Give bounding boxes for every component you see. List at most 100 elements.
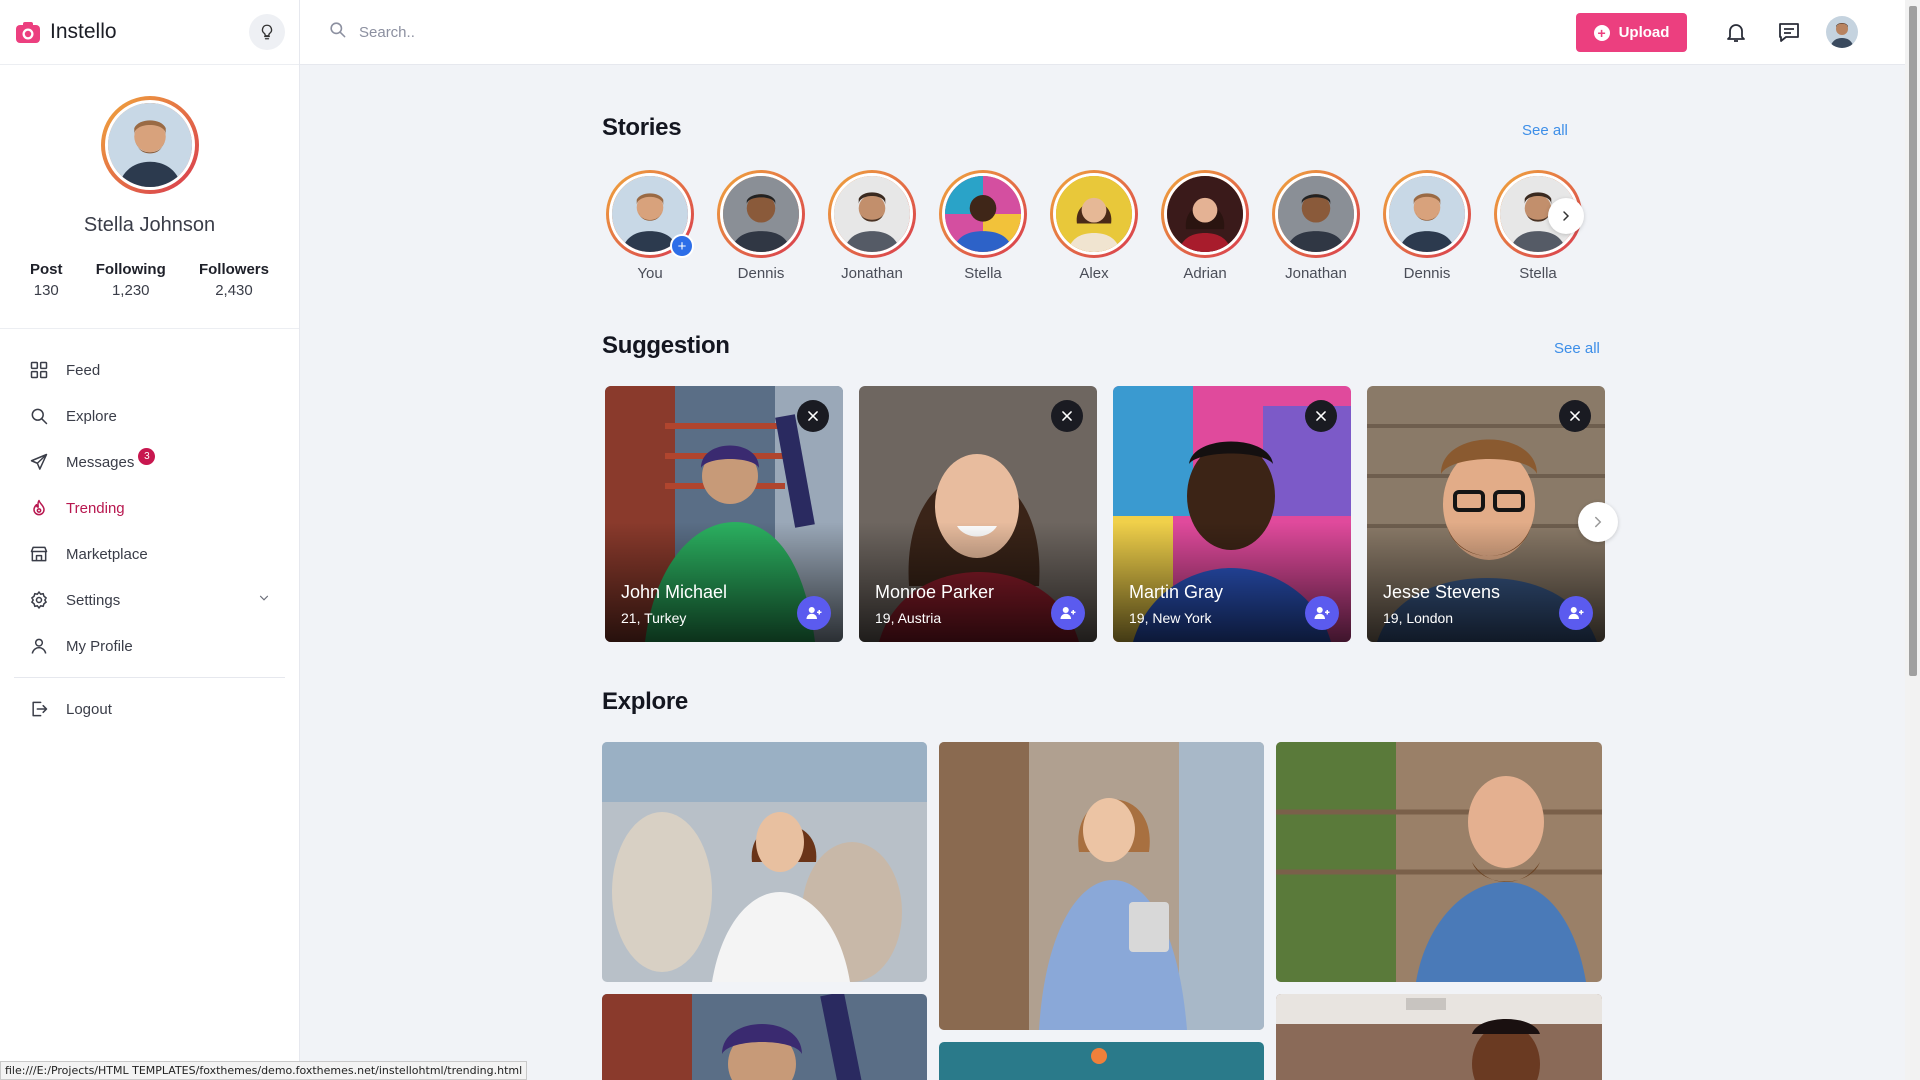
suggestion-next-button[interactable]	[1578, 502, 1618, 542]
suggestion-card[interactable]: Monroe Parker 19, Austria	[859, 386, 1097, 642]
scrollbar-thumb[interactable]	[1909, 6, 1917, 676]
story-item[interactable]: Dennis	[716, 170, 806, 282]
suggestion-see-all-link[interactable]: See all	[1554, 340, 1600, 357]
sidebar-item-marketplace[interactable]: Marketplace	[0, 531, 299, 577]
grid-icon	[28, 359, 50, 381]
sidebar-item-label: Marketplace	[66, 545, 148, 563]
sidebar-nav: Feed Explore Messages 3 Trending Marketp…	[0, 329, 299, 732]
story-item[interactable]: Jonathan	[827, 170, 917, 282]
sidebar-item-settings[interactable]: Settings	[0, 577, 299, 623]
sidebar-item-label: My Profile	[66, 637, 133, 655]
explore-image[interactable]	[602, 742, 927, 982]
stories-see-all-link[interactable]: See all	[1522, 122, 1568, 139]
stat-value: 2,430	[215, 282, 253, 299]
nav-divider	[14, 677, 285, 678]
store-icon	[28, 543, 50, 565]
suggestion-meta: 19, Austria	[875, 610, 942, 626]
chevron-right-icon	[1595, 516, 1602, 528]
explore-title: Explore	[602, 688, 688, 715]
add-story-icon[interactable]: +	[670, 234, 694, 258]
story-name: Stella	[1519, 265, 1557, 282]
gear-icon	[28, 589, 50, 611]
explore-image[interactable]	[939, 1042, 1264, 1080]
camera-logo-icon[interactable]	[14, 18, 42, 46]
upload-button[interactable]: + Upload	[1576, 13, 1687, 52]
stat-label: Following	[95, 261, 166, 278]
suggestion-name: Monroe Parker	[875, 582, 995, 602]
add-friend-icon[interactable]	[1051, 596, 1085, 630]
stat-following[interactable]: Following 1,230	[96, 261, 166, 299]
explore-image[interactable]	[1276, 994, 1602, 1080]
story-name: Jonathan	[841, 265, 903, 282]
close-icon[interactable]	[1051, 400, 1083, 432]
sidebar-item-label: Messages	[66, 453, 135, 471]
explore-image[interactable]	[1276, 742, 1602, 982]
add-friend-icon[interactable]	[797, 596, 831, 630]
story-name: Stella	[964, 265, 1002, 282]
search-input[interactable]: Search..	[359, 24, 415, 41]
status-bar-url: file:///E:/Projects/HTML TEMPLATES/foxth…	[0, 1061, 528, 1080]
close-icon[interactable]	[1559, 400, 1591, 432]
bell-icon[interactable]	[1724, 20, 1748, 49]
suggestion-card[interactable]: Martin Gray 19, New York	[1113, 386, 1351, 642]
close-icon[interactable]	[797, 400, 829, 432]
story-item[interactable]: Dennis	[1382, 170, 1472, 282]
user-icon	[28, 635, 50, 657]
sidebar-item-label: Trending	[66, 499, 125, 517]
search-bar[interactable]: Search..	[328, 20, 415, 44]
story-item[interactable]: Stella	[938, 170, 1028, 282]
story-you[interactable]: + You	[605, 170, 695, 282]
stat-value: 130	[33, 282, 59, 299]
profile-card: Stella Johnson Post 130 Following 1,230 …	[0, 65, 299, 329]
stat-value: 1,230	[111, 282, 150, 299]
chevron-down-icon[interactable]	[257, 591, 271, 609]
story-name: Dennis	[1403, 265, 1451, 282]
sidebar-item-explore[interactable]: Explore	[0, 393, 299, 439]
stories-next-button[interactable]	[1548, 198, 1584, 234]
stat-label: Post	[30, 261, 63, 278]
story-name: You	[637, 265, 663, 282]
brand-header: Instello	[0, 0, 299, 65]
suggestion-meta: 19, New York	[1129, 610, 1212, 626]
explore-image[interactable]	[939, 742, 1264, 1030]
sidebar-item-label: Explore	[66, 407, 117, 425]
sidebar-item-trending[interactable]: Trending	[0, 485, 299, 531]
chat-icon[interactable]	[1777, 20, 1801, 49]
user-avatar[interactable]	[1826, 16, 1858, 48]
sidebar-item-my-profile[interactable]: My Profile	[0, 623, 299, 669]
sidebar-item-feed[interactable]: Feed	[0, 347, 299, 393]
close-icon[interactable]	[1305, 400, 1337, 432]
page-scrollbar[interactable]	[1905, 0, 1920, 1080]
theme-toggle-button[interactable]	[249, 14, 285, 50]
story-name: Adrian	[1183, 265, 1227, 282]
add-friend-icon[interactable]	[1305, 596, 1339, 630]
suggestion-title: Suggestion	[602, 332, 730, 359]
story-name: Dennis	[737, 265, 785, 282]
story-item[interactable]: Jonathan	[1271, 170, 1361, 282]
profile-avatar[interactable]	[100, 96, 199, 194]
upload-label: Upload	[1618, 24, 1670, 41]
sidebar-item-messages[interactable]: Messages 3	[0, 439, 299, 485]
stat-post[interactable]: Post 130	[30, 261, 63, 299]
plus-circle-icon: +	[1593, 24, 1610, 41]
sidebar-item-label: Settings	[66, 591, 121, 609]
top-bar: Search.. + Upload	[300, 0, 1920, 65]
explore-image[interactable]	[602, 994, 927, 1080]
lightbulb-icon	[261, 24, 273, 40]
sidebar-item-logout[interactable]: Logout	[0, 686, 299, 732]
suggestion-meta: 21, Turkey	[621, 610, 687, 626]
story-item[interactable]: Alex	[1049, 170, 1139, 282]
suggestion-name: John Michael	[621, 582, 728, 602]
suggestion-card[interactable]: John Michael 21, Turkey	[605, 386, 843, 642]
add-friend-icon[interactable]	[1559, 596, 1593, 630]
story-item[interactable]: Adrian	[1160, 170, 1250, 282]
profile-name[interactable]: Stella Johnson	[0, 214, 299, 237]
app-name[interactable]: Instello	[50, 20, 117, 44]
messages-count-badge: 3	[138, 447, 156, 465]
story-name: Alex	[1079, 265, 1109, 282]
search-icon	[28, 405, 50, 427]
stat-followers[interactable]: Followers 2,430	[199, 261, 269, 299]
suggestion-card[interactable]: Jesse Stevens 19, London	[1367, 386, 1605, 642]
send-icon	[28, 451, 50, 473]
profile-stats: Post 130 Following 1,230 Followers 2,430	[0, 261, 299, 299]
